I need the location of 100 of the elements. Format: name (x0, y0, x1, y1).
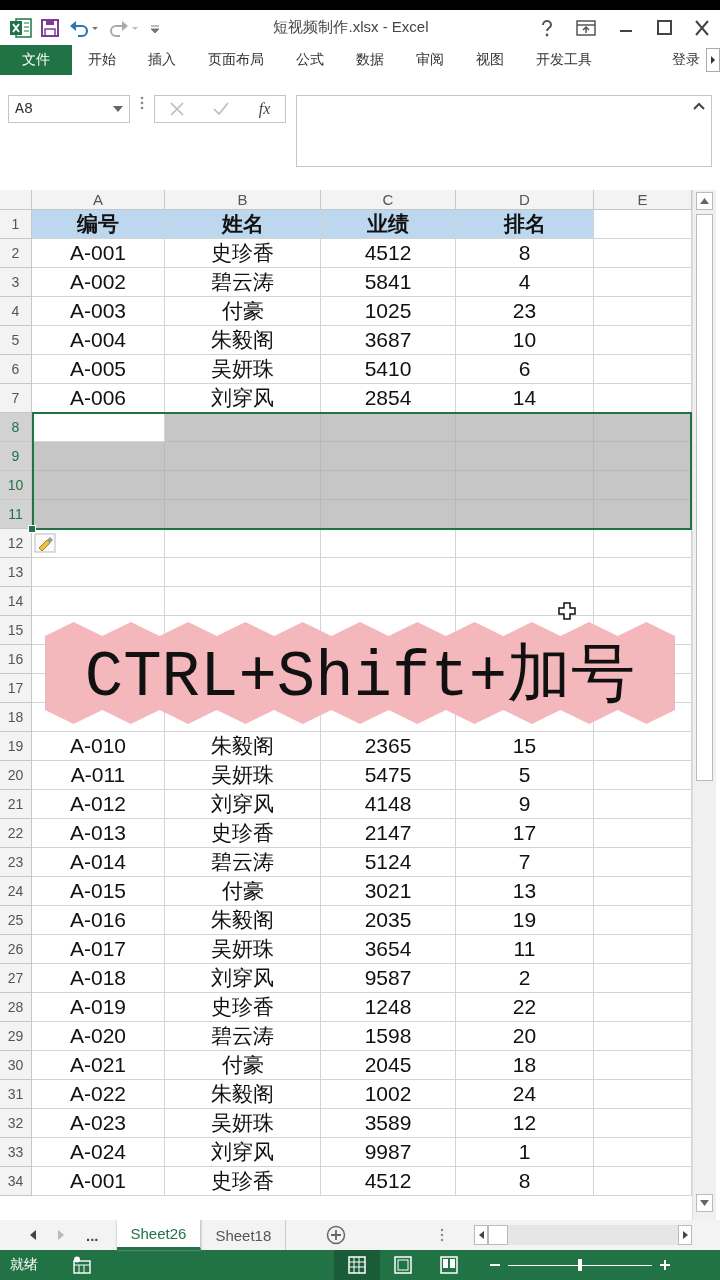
row-header[interactable]: 21 (0, 790, 32, 819)
cell-cursor-icon[interactable] (558, 602, 576, 620)
scroll-up-icon[interactable] (700, 198, 709, 204)
scroll-left-icon[interactable] (478, 1231, 484, 1239)
row-header[interactable]: 1 (0, 210, 32, 239)
row-header[interactable]: 13 (0, 558, 32, 587)
row-header[interactable]: 25 (0, 906, 32, 935)
row-header[interactable]: 16 (0, 645, 32, 674)
ribbon-tab[interactable]: 数据 (340, 45, 400, 75)
column-header[interactable]: E (594, 190, 692, 210)
table-cell: 24 (456, 1080, 594, 1109)
horizontal-scroll-thumb[interactable] (488, 1225, 508, 1245)
row-header[interactable]: 18 (0, 703, 32, 732)
table-cell: 2035 (321, 906, 456, 935)
ribbon-display-icon[interactable] (576, 18, 596, 37)
table-cell: 13 (456, 877, 594, 906)
row-header[interactable]: 17 (0, 674, 32, 703)
row-header[interactable]: 4 (0, 297, 32, 326)
table-cell: 5124 (321, 848, 456, 877)
maximize-icon[interactable] (656, 18, 672, 37)
formula-input[interactable] (296, 95, 712, 167)
row-header[interactable]: 9 (0, 442, 32, 471)
row-header[interactable]: 10 (0, 471, 32, 500)
row-header[interactable]: 29 (0, 1022, 32, 1051)
ribbon-tab[interactable]: 审阅 (400, 45, 460, 75)
vertical-scrollbar[interactable] (692, 190, 716, 1220)
window-title: 短视频制作.xlsx - Excel (272, 18, 430, 37)
row-header[interactable]: 30 (0, 1051, 32, 1080)
fill-handle[interactable] (28, 525, 36, 533)
zoom-out-icon[interactable] (490, 1263, 500, 1267)
row-header[interactable]: 3 (0, 268, 32, 297)
zoom-in-icon[interactable] (660, 1260, 670, 1270)
row-header[interactable]: 28 (0, 993, 32, 1022)
excel-logo-icon[interactable] (10, 17, 32, 38)
paste-options-icon[interactable] (34, 533, 56, 553)
help-icon[interactable] (540, 18, 554, 37)
more-options-icon[interactable] (140, 95, 144, 111)
row-header[interactable]: 24 (0, 877, 32, 906)
table-cell: 9587 (321, 964, 456, 993)
column-header[interactable]: D (456, 190, 594, 210)
table-cell: A-014 (32, 848, 165, 877)
row-header[interactable]: 6 (0, 355, 32, 384)
scroll-right-icon[interactable] (710, 55, 716, 65)
ribbon-tab[interactable]: 视图 (460, 45, 520, 75)
dropdown-icon[interactable] (113, 106, 123, 112)
page-layout-view-icon[interactable] (394, 1256, 412, 1274)
more-options-icon[interactable] (440, 1227, 444, 1243)
sheet-tab[interactable]: Sheet26 (116, 1220, 202, 1250)
row-header[interactable]: 34 (0, 1167, 32, 1196)
column-title: 排名 (456, 210, 594, 239)
row-header[interactable]: 23 (0, 848, 32, 877)
row-header[interactable]: 12 (0, 529, 32, 558)
save-icon[interactable] (40, 17, 60, 38)
row-header[interactable]: 5 (0, 326, 32, 355)
previous-sheet-icon[interactable] (30, 1230, 36, 1240)
row-header[interactable]: 11 (0, 500, 32, 529)
row-header[interactable]: 8 (0, 413, 32, 442)
table-cell: 18 (456, 1051, 594, 1080)
row-header[interactable]: 27 (0, 964, 32, 993)
column-header[interactable]: A (32, 190, 165, 210)
row-header[interactable]: 31 (0, 1080, 32, 1109)
table-cell: 3687 (321, 326, 456, 355)
zoom-slider-thumb[interactable] (578, 1259, 582, 1271)
new-sheet-icon[interactable] (326, 1225, 347, 1245)
row-header[interactable]: 15 (0, 616, 32, 645)
table-cell: 2 (456, 964, 594, 993)
normal-view-icon[interactable] (348, 1256, 366, 1274)
column-header[interactable]: C (321, 190, 456, 210)
page-break-view-icon[interactable] (440, 1256, 458, 1274)
close-icon[interactable] (694, 18, 710, 37)
row-header[interactable]: 19 (0, 732, 32, 761)
row-header[interactable]: 2 (0, 239, 32, 268)
row-header[interactable]: 7 (0, 384, 32, 413)
sign-in-link[interactable]: 登录 (666, 45, 706, 75)
column-header[interactable]: B (165, 190, 321, 210)
table-cell: 4512 (321, 239, 456, 268)
insert-function-button[interactable]: fx (258, 100, 271, 118)
row-header[interactable]: 14 (0, 587, 32, 616)
name-box[interactable]: A8 (8, 95, 130, 123)
row-header[interactable]: 22 (0, 819, 32, 848)
ribbon-tab[interactable]: 开始 (72, 45, 132, 75)
row-header[interactable]: 26 (0, 935, 32, 964)
table-cell: A-001 (32, 239, 165, 268)
table-cell: 刘穿风 (165, 1138, 321, 1167)
row-header[interactable]: 32 (0, 1109, 32, 1138)
table-cell: 20 (456, 1022, 594, 1051)
view-button[interactable] (334, 1250, 380, 1280)
ribbon-tab[interactable]: 公式 (280, 45, 340, 75)
scroll-thumb[interactable] (696, 214, 713, 781)
scroll-right-icon[interactable] (682, 1231, 688, 1239)
row-header[interactable]: 33 (0, 1138, 32, 1167)
scroll-down-icon[interactable] (700, 1200, 709, 1206)
ribbon-tab[interactable]: 开发工具 (520, 45, 608, 75)
ribbon-tab[interactable]: 页面布局 (192, 45, 280, 75)
macro-record-icon[interactable] (72, 1256, 92, 1274)
collapse-icon[interactable] (693, 102, 705, 110)
table-cell: A-003 (32, 297, 165, 326)
ribbon-tab[interactable]: 插入 (132, 45, 192, 75)
row-header[interactable]: 20 (0, 761, 32, 790)
more-sheets-button[interactable]: ... (86, 1226, 99, 1244)
